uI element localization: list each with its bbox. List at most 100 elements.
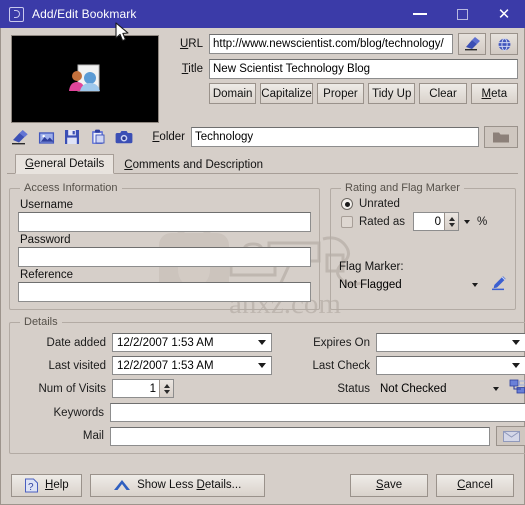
url-input[interactable]: [209, 34, 453, 54]
expires-on-dropdown[interactable]: [507, 340, 525, 345]
details-grid: Date added 12/2/2007 1:53 AM Expires On …: [18, 331, 525, 398]
date-added-value: 12/2/2007 1:53 AM: [117, 336, 214, 349]
num-visits-spinner[interactable]: [112, 379, 174, 398]
meta-button[interactable]: Meta: [470, 83, 518, 104]
num-visits-arrows[interactable]: [159, 380, 173, 397]
chevron-down-icon: [258, 363, 266, 368]
last-visited-value: 12/2/2007 1:53 AM: [117, 359, 214, 372]
spinner-up-icon[interactable]: [448, 216, 455, 221]
num-visits-input[interactable]: [113, 380, 159, 397]
keywords-input[interactable]: [110, 403, 525, 422]
domain-button[interactable]: Domain: [209, 83, 257, 104]
last-visited-dropdown[interactable]: [253, 363, 271, 368]
clipboard-icon: [91, 129, 104, 144]
rated-as-label: Rated as: [359, 215, 406, 228]
tab-general-details[interactable]: General Details: [15, 154, 115, 174]
window-body: anxz.com URL http://www.newscientist.com…: [0, 28, 525, 505]
status-dropdown[interactable]: [487, 386, 505, 391]
flag-marker-value: Not Flagged: [339, 278, 402, 291]
mail-input[interactable]: [110, 426, 490, 446]
paste-image-icon[interactable]: [85, 126, 111, 148]
close-button[interactable]: ✕: [483, 0, 525, 28]
add-edit-bookmark-window: Add/Edit Bookmark ✕ anxz.com URL http://…: [0, 0, 525, 505]
title-input[interactable]: [209, 59, 518, 79]
last-check-dropdown[interactable]: [507, 363, 525, 368]
mail-row: Mail: [18, 426, 525, 446]
rated-as-row[interactable]: Rated as %: [341, 212, 507, 231]
mail-label: Mail: [82, 430, 104, 442]
thumbnail-toolbar-row: Folder: [1, 123, 524, 150]
last-check-combo[interactable]: [376, 356, 525, 375]
window-title: Add/Edit Bookmark: [32, 7, 137, 21]
date-added-combo[interactable]: 12/2/2007 1:53 AM: [112, 333, 272, 352]
window-titlebar[interactable]: Add/Edit Bookmark ✕: [0, 0, 525, 28]
cancel-button[interactable]: Cancel: [436, 473, 514, 497]
last-visited-label: Last visited: [48, 359, 106, 372]
expires-on-label: Expires On: [313, 336, 370, 349]
last-visited-combo[interactable]: 12/2/2007 1:53 AM: [112, 356, 272, 375]
spinner-up-icon[interactable]: [163, 383, 170, 388]
details-legend: Details: [24, 316, 58, 328]
rating-value-input[interactable]: [414, 213, 445, 230]
rating-dropdown-button[interactable]: [459, 219, 475, 224]
network-check-icon[interactable]: [509, 379, 525, 398]
url-title-column: URL http://www.newscientist.com/blog/tec…: [163, 33, 518, 123]
flag-marker-combo[interactable]: Not Flagged: [339, 275, 484, 294]
reference-input[interactable]: [18, 282, 311, 302]
help-button[interactable]: ? Help: [11, 473, 82, 497]
status-label: Status: [337, 382, 370, 395]
save-button[interactable]: Save: [350, 473, 428, 497]
help-icon: ?: [25, 478, 38, 493]
title-actions: Domain Capitalize Proper Tidy Up Clear M…: [209, 83, 518, 104]
browse-folder-button[interactable]: [484, 126, 518, 148]
keywords-label: Keywords: [53, 406, 105, 419]
unrated-radio[interactable]: [341, 198, 353, 210]
tab-comments-description[interactable]: Comments and Description: [114, 155, 273, 174]
username-label: Username: [20, 199, 74, 211]
chevron-down-icon: [512, 363, 520, 368]
clear-url-button[interactable]: [458, 33, 486, 55]
spinner-down-icon[interactable]: [448, 222, 455, 227]
proper-button[interactable]: Proper: [316, 83, 365, 104]
maximize-button[interactable]: [441, 0, 483, 28]
tidy-up-button[interactable]: Tidy Up: [368, 83, 416, 104]
capitalize-button[interactable]: Capitalize: [260, 83, 313, 104]
folder-input[interactable]: [191, 127, 479, 147]
save-image-icon[interactable]: [59, 126, 85, 148]
load-image-icon[interactable]: [33, 126, 59, 148]
network-icon: [509, 379, 525, 394]
show-less-details-button[interactable]: Show Less Details...: [89, 473, 265, 497]
num-visits-label: Num of Visits: [38, 382, 106, 395]
capture-snapshot-icon[interactable]: [111, 126, 137, 148]
send-mail-button[interactable]: [496, 426, 525, 446]
chevron-down-icon: [472, 282, 478, 287]
title-row: Title: [169, 59, 518, 79]
flag-marker-dropdown[interactable]: [466, 282, 484, 287]
open-url-button[interactable]: [490, 33, 518, 55]
spinner-down-icon[interactable]: [163, 389, 170, 394]
date-added-dropdown[interactable]: [253, 340, 271, 345]
rating-spinner[interactable]: [413, 212, 460, 231]
chevron-up-icon: [114, 480, 131, 490]
clear-button[interactable]: Clear: [419, 83, 467, 104]
envelope-icon: [502, 430, 520, 442]
expires-on-combo[interactable]: [376, 333, 525, 352]
date-added-label: Date added: [46, 336, 106, 349]
unrated-radio-row[interactable]: Unrated: [341, 198, 507, 210]
access-information-legend: Access Information: [24, 182, 118, 194]
tab-bar: General Details Comments and Description: [7, 152, 518, 174]
eraser-icon: [464, 37, 480, 51]
edit-pencil-icon[interactable]: [490, 275, 507, 294]
status-combo[interactable]: Not Checked: [376, 379, 505, 398]
pencil-icon: [492, 276, 506, 291]
username-input[interactable]: [18, 212, 311, 232]
floppy-icon: [65, 130, 79, 144]
folder-label: Folder: [152, 131, 185, 143]
thumbnail-preview[interactable]: [11, 35, 159, 123]
minimize-button[interactable]: [399, 0, 441, 28]
rated-as-radio[interactable]: [341, 215, 353, 228]
rating-spinner-arrows[interactable]: [444, 213, 459, 230]
erase-thumbnail-icon[interactable]: [7, 126, 33, 148]
page-preview-icon: [69, 64, 100, 92]
password-input[interactable]: [18, 247, 311, 267]
